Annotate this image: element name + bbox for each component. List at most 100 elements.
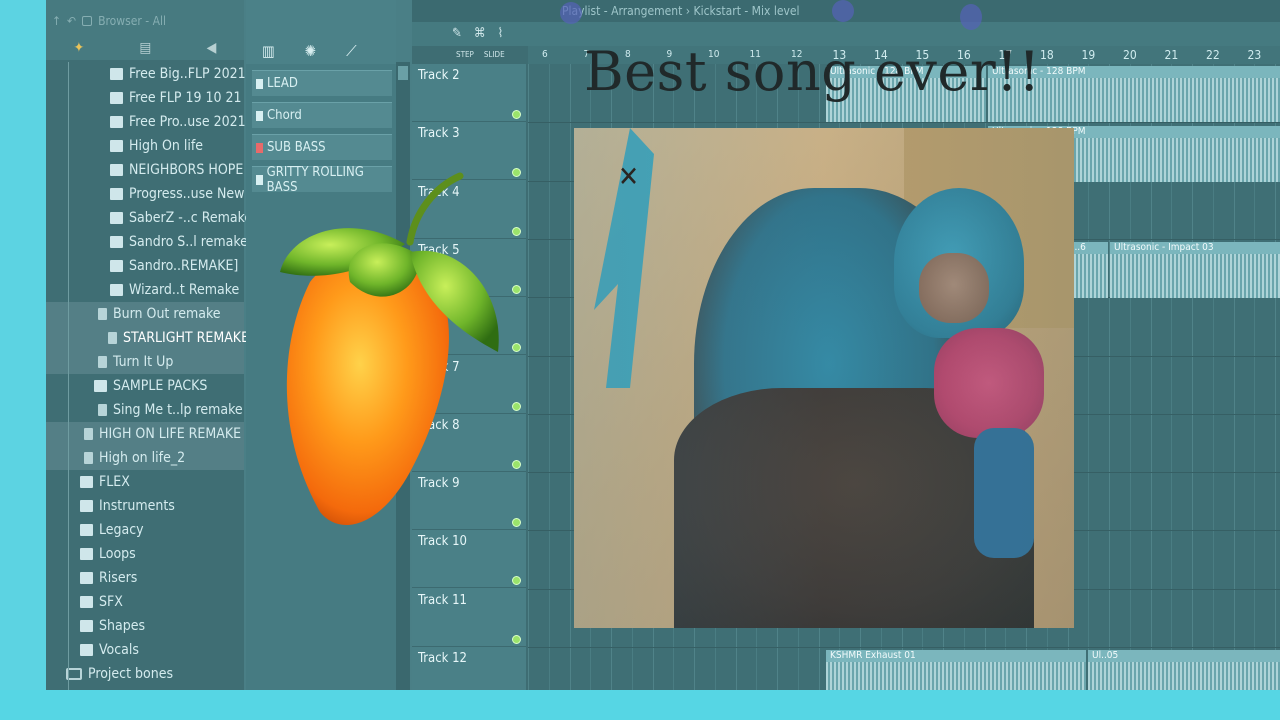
browser-item-label: FLEX <box>99 474 130 490</box>
cube-icon <box>80 500 93 512</box>
cube-icon <box>80 596 93 608</box>
tree-line <box>68 470 69 494</box>
speaker-tab-icon[interactable]: ◀ <box>207 40 217 56</box>
track-enable-led[interactable] <box>512 284 521 294</box>
channel-led-icon[interactable] <box>256 142 263 153</box>
audio-clip[interactable]: Ultrasonic - Impact 03 <box>1110 242 1280 298</box>
browser-item[interactable]: Progress..use New <box>46 182 244 206</box>
channel-led-icon[interactable] <box>256 110 263 121</box>
cube-icon <box>110 140 123 152</box>
browser-item[interactable]: Sandro..REMAKE] <box>46 254 244 278</box>
browser-item[interactable]: SFX <box>46 590 244 614</box>
cube-icon <box>110 212 123 224</box>
file-icon <box>84 452 93 464</box>
cube-icon <box>110 188 123 200</box>
clip-waveform <box>1088 662 1280 690</box>
track-enable-led[interactable] <box>512 459 521 469</box>
browser-item[interactable]: Shapes <box>46 614 244 638</box>
browser-item[interactable]: High On life <box>46 134 244 158</box>
slide-toggle[interactable]: SLIDE <box>484 50 505 59</box>
track-enable-led[interactable] <box>512 168 521 178</box>
cube-icon <box>80 644 93 656</box>
piano-icon[interactable]: ▥ <box>262 42 275 60</box>
cube-icon <box>94 380 107 392</box>
browser-item[interactable]: STARLIGHT REMAKE <box>46 326 249 350</box>
cube-icon <box>80 524 93 536</box>
tree-line <box>68 206 69 230</box>
arrow-up-icon[interactable]: ↑ <box>52 14 61 28</box>
browser-item[interactable]: Sandro S..l remake <box>46 230 248 254</box>
grid-line <box>548 64 550 690</box>
track-header[interactable]: Track 10 <box>412 530 526 589</box>
track-enable-led[interactable] <box>512 518 521 528</box>
slice-tool-icon[interactable]: ⌇ <box>498 26 504 41</box>
track-enable-led[interactable] <box>512 343 521 353</box>
browser-title-bar[interactable]: ↑ ↶ Browser - All <box>52 14 166 28</box>
track-enable-led[interactable] <box>512 226 521 236</box>
track-enable-led[interactable] <box>512 576 521 586</box>
browser-item[interactable]: Wizard..t Remake <box>46 278 244 302</box>
track-enable-led[interactable] <box>512 401 521 411</box>
browser-item[interactable]: Instruments <box>46 494 244 518</box>
bottom-decor-band <box>0 690 1280 720</box>
browser-item[interactable]: SaberZ -..c Remake <box>46 206 252 230</box>
step-toggle[interactable]: STEP <box>456 50 474 59</box>
tree-line <box>68 158 69 182</box>
cube-icon <box>110 116 123 128</box>
browser-item[interactable]: FLEX <box>46 470 244 494</box>
audio-clip[interactable]: Ul..05 <box>1088 650 1280 690</box>
slide-icon[interactable]: ⟋ <box>346 42 357 60</box>
cube-icon <box>110 260 123 272</box>
grid-line <box>569 64 571 690</box>
browser-item[interactable]: Loops <box>46 542 244 566</box>
ruler-tick-label: 22 <box>1206 48 1220 62</box>
browser-item[interactable]: Free Big..FLP 2021 <box>46 62 246 86</box>
channel-led-icon[interactable] <box>256 78 263 89</box>
channel-button[interactable]: Chord <box>252 102 392 128</box>
browser-item[interactable]: Sing Me t..lp remake <box>46 398 244 422</box>
browser-item-label: NEIGHBORS HOPE <box>129 162 244 178</box>
browser-item[interactable]: Free FLP 19 10 21 <box>46 86 244 110</box>
browser-item-label: SAMPLE PACKS <box>113 378 208 394</box>
track-enable-led[interactable] <box>512 634 521 644</box>
browser-item[interactable]: Turn It Up <box>46 350 244 374</box>
waveform-icon[interactable]: ✺ <box>305 42 316 60</box>
clip-waveform <box>1110 254 1280 298</box>
files-tab-icon[interactable]: ▤ <box>139 40 151 56</box>
browser-item-label: Free Pro..use 2021 <box>129 114 246 130</box>
track-header[interactable]: Track 12 <box>412 647 526 690</box>
search-icon[interactable] <box>82 16 93 26</box>
undo-icon[interactable]: ↶ <box>67 14 76 28</box>
channel-led-icon[interactable] <box>256 174 263 185</box>
channel-button[interactable]: LEAD <box>252 70 392 96</box>
cube-icon <box>80 572 93 584</box>
browser-item[interactable]: Legacy <box>46 518 244 542</box>
track-header[interactable]: Track 2 <box>412 64 526 122</box>
browser-item[interactable]: High on life_2 <box>46 446 244 470</box>
all-tab-icon[interactable]: ✦ <box>74 40 85 56</box>
browser-item-label: High on life_2 <box>99 450 186 466</box>
browser-item[interactable]: Burn Out remake <box>46 302 244 326</box>
tree-line <box>68 350 69 374</box>
browser-item[interactable]: HIGH ON LIFE REMAKE <box>46 422 244 446</box>
browser-item-label: High On life <box>129 138 204 154</box>
browser-item[interactable]: Free Pro..use 2021 <box>46 110 246 134</box>
browser-item[interactable]: Risers <box>46 566 244 590</box>
track-name: Track 10 <box>418 534 467 550</box>
ruler-tick-label: 19 <box>1081 48 1096 62</box>
paint-tool-icon[interactable]: ⌘ <box>474 26 486 41</box>
cube-icon <box>110 92 123 104</box>
browser-tabs: ✦ ▤ ◀ <box>46 36 244 60</box>
browser-item[interactable]: Project bones <box>46 662 244 686</box>
browser-item-label: Loops <box>99 546 136 562</box>
browser-item-label: Shapes <box>99 618 146 634</box>
channel-button[interactable]: SUB BASS <box>252 134 392 160</box>
track-enable-led[interactable] <box>512 110 521 119</box>
tree-line <box>68 326 69 350</box>
audio-clip[interactable]: KSHMR Exhaust 01 <box>826 650 1086 690</box>
browser-item[interactable]: SAMPLE PACKS <box>46 374 244 398</box>
draw-tool-icon[interactable]: ✎ <box>452 26 462 41</box>
track-header[interactable]: Track 11 <box>412 589 526 647</box>
browser-item[interactable]: NEIGHBORS HOPE <box>46 158 244 182</box>
browser-item[interactable]: Vocals <box>46 638 244 662</box>
